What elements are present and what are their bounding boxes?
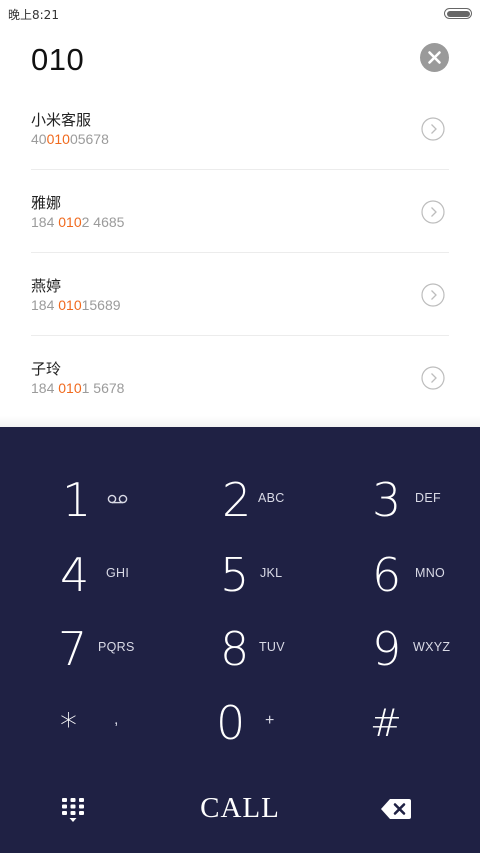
key-letters: GHI [106, 566, 130, 580]
key-letters: DEF [415, 491, 441, 505]
clear-button[interactable] [420, 43, 449, 72]
key-letters: WXYZ [413, 640, 451, 654]
dialer-bottom-bar: CALL [0, 772, 480, 842]
chevron-right-circle-icon[interactable] [421, 366, 445, 390]
key-0[interactable]: 0 + [160, 686, 320, 760]
dialpad-icon[interactable] [58, 796, 88, 824]
key-8[interactable]: 8 TUV [160, 612, 320, 686]
key-6[interactable]: 6 MNO [320, 538, 480, 612]
call-button[interactable]: CALL [160, 786, 320, 830]
key-5[interactable]: 5 JKL [160, 538, 320, 612]
key-digit: 4 [60, 548, 90, 602]
contact-item[interactable]: 小米客服 4001005678 [0, 87, 480, 170]
key-digit: 2 [222, 473, 252, 527]
battery-icon [444, 8, 472, 19]
voicemail-icon [107, 494, 128, 504]
key-7[interactable]: 7 PQRS [0, 612, 160, 686]
contact-item[interactable]: 雅娜 184 0102 4685 [0, 170, 480, 253]
contact-number: 4001005678 [31, 131, 109, 147]
dial-keypad: 1 2 ABC 3 DEF 4 GHI 5 JKL 6 MNO 7 PQRS 8… [0, 427, 480, 853]
chevron-right-circle-icon[interactable] [421, 117, 445, 141]
list-divider-shadow [0, 416, 480, 427]
contact-name: 子玲 [31, 360, 62, 378]
contact-item[interactable]: 燕婷 184 01015689 [0, 253, 480, 336]
status-bar: 晚上8:21 [0, 0, 480, 28]
dialed-number-row: 010 [0, 34, 480, 90]
key-digit: # [370, 701, 402, 745]
key-letters: MNO [415, 566, 446, 580]
key-letters: TUV [259, 640, 285, 654]
key-digit: 1 [62, 473, 92, 527]
contact-number: 184 01015689 [31, 297, 121, 313]
key-2[interactable]: 2 ABC [160, 463, 320, 537]
key-digit: 5 [220, 548, 250, 602]
clear-icon [428, 51, 441, 64]
contact-number: 184 0102 4685 [31, 214, 125, 230]
key-digit: 7 [58, 622, 88, 676]
key-1[interactable]: 1 [0, 463, 160, 537]
contact-suggestion-list: 小米客服 4001005678 雅娜 184 0102 4685 燕婷 184 … [0, 87, 480, 419]
key-digit: 0 [216, 696, 246, 750]
chevron-right-circle-icon[interactable] [421, 283, 445, 307]
key-letters: , [114, 711, 119, 728]
key-digit: 6 [372, 548, 402, 602]
key-letters: + [265, 712, 275, 729]
contact-name: 雅娜 [31, 194, 62, 212]
contact-item[interactable]: 子玲 184 0101 5678 [0, 336, 480, 419]
backspace-icon[interactable] [380, 797, 412, 821]
key-letters: JKL [260, 566, 283, 580]
dialed-number: 010 [31, 42, 85, 77]
key-star[interactable]: * , [0, 689, 160, 763]
chevron-right-circle-icon[interactable] [421, 200, 445, 224]
status-time: 晚上8:21 [8, 8, 59, 22]
key-digit: 9 [372, 622, 402, 676]
number-match-highlight: 010 [46, 131, 70, 147]
key-9[interactable]: 9 WXYZ [320, 612, 480, 686]
key-digit: 3 [372, 473, 402, 527]
key-digit: 8 [220, 622, 250, 676]
key-letters: PQRS [98, 640, 135, 654]
number-match-highlight: 010 [58, 214, 82, 230]
contact-name: 小米客服 [31, 111, 92, 129]
number-match-highlight: 010 [58, 380, 82, 396]
key-letters: ABC [258, 491, 285, 505]
contact-name: 燕婷 [31, 277, 62, 295]
key-3[interactable]: 3 DEF [320, 463, 480, 537]
contact-number: 184 0101 5678 [31, 380, 125, 396]
key-4[interactable]: 4 GHI [0, 538, 160, 612]
key-digit: * [60, 706, 77, 746]
key-hash[interactable]: # [320, 686, 480, 760]
number-match-highlight: 010 [58, 297, 82, 313]
